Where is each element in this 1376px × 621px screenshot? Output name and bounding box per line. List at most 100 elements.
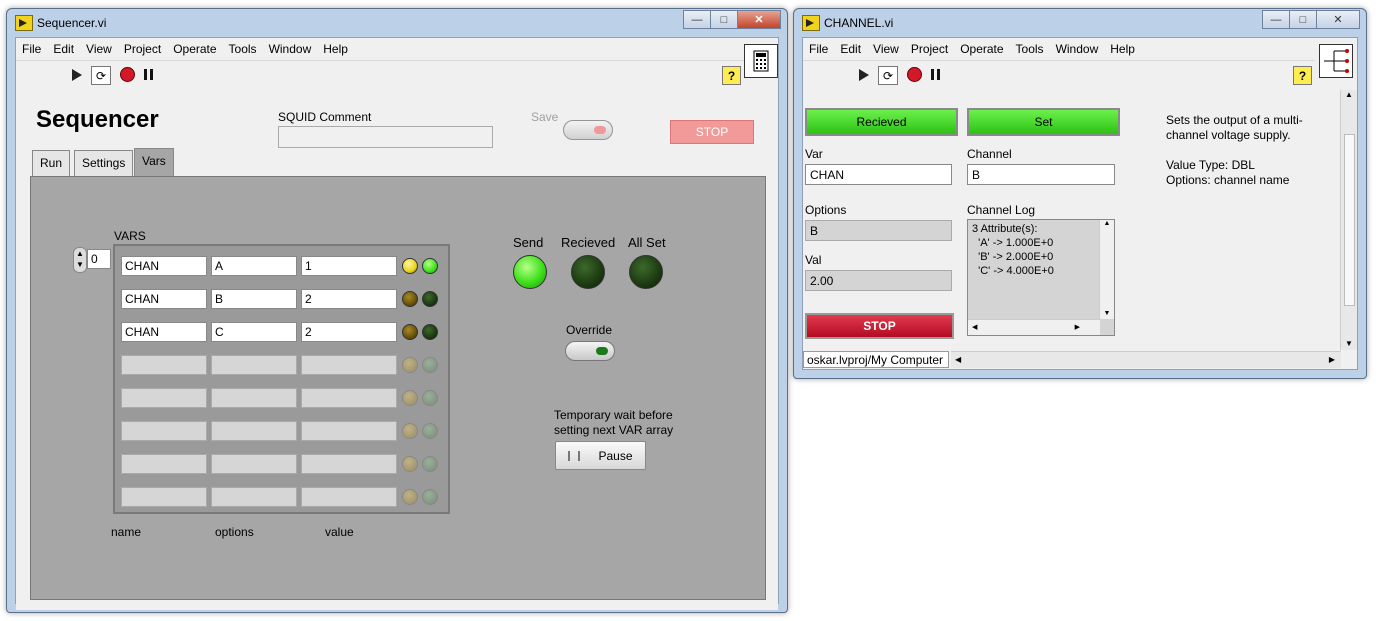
menu-tools[interactable]: Tools (1010, 42, 1050, 56)
value-field[interactable]: 1 (301, 256, 397, 276)
menu-window[interactable]: Window (1050, 42, 1105, 56)
menu-file[interactable]: File (803, 42, 834, 56)
channel-stop-button[interactable]: STOP (805, 313, 954, 339)
menu-help[interactable]: Help (1104, 42, 1141, 56)
description-line-2: channel voltage supply. (1166, 128, 1291, 142)
name-field[interactable] (121, 388, 207, 408)
var-field[interactable]: CHAN (805, 164, 952, 185)
tab-settings[interactable]: Settings (74, 150, 134, 176)
name-field[interactable] (121, 487, 207, 507)
menu-operate[interactable]: Operate (167, 42, 222, 56)
value-field[interactable] (301, 454, 397, 474)
value-field[interactable]: 2 (301, 289, 397, 309)
panel-horizontal-scrollbar[interactable]: ◀ ▶ (951, 351, 1341, 368)
column-label-value: value (325, 525, 354, 539)
channel-field[interactable]: B (967, 164, 1115, 185)
log-horizontal-scrollbar[interactable]: ◀ ▶ (968, 319, 1100, 335)
option-field[interactable] (211, 487, 297, 507)
squid-comment-field[interactable] (278, 126, 493, 148)
table-row (115, 448, 448, 476)
menu-file[interactable]: File (16, 42, 47, 56)
log-vertical-scrollbar[interactable]: ▲ ▼ (1099, 220, 1114, 319)
run-button[interactable] (855, 66, 873, 83)
run-continuously-button[interactable]: ⟳ (91, 66, 111, 85)
pause-button[interactable] (926, 66, 944, 83)
option-field[interactable]: C (211, 322, 297, 342)
column-label-name: name (111, 525, 142, 539)
name-field[interactable]: CHAN (121, 322, 207, 342)
channel-window: CHANNEL.vi — □ ✕ File Edit View Project … (793, 8, 1367, 379)
project-path-status: oskar.lvproj/My Computer (803, 351, 949, 368)
status-led-2 (422, 456, 438, 472)
pause-button[interactable] (139, 66, 157, 83)
channel-label: Channel (967, 147, 1012, 161)
maximize-button[interactable]: □ (710, 10, 738, 29)
run-arrow-icon (72, 68, 82, 81)
run-continuously-button[interactable]: ⟳ (878, 66, 898, 85)
value-field[interactable] (301, 487, 397, 507)
context-help-button[interactable]: ? (722, 66, 741, 85)
override-label: Override (566, 323, 613, 337)
minimize-button[interactable]: — (1262, 10, 1290, 29)
run-button[interactable] (68, 66, 86, 83)
minimize-button[interactable]: — (683, 10, 711, 29)
status-led-2 (422, 489, 438, 505)
wait-label-line-2: setting next VAR array (554, 423, 674, 437)
name-field[interactable]: CHAN (121, 289, 207, 309)
menu-operate[interactable]: Operate (954, 42, 1009, 56)
override-toggle[interactable] (565, 341, 615, 361)
value-field[interactable] (301, 355, 397, 375)
value-field[interactable]: 2 (301, 322, 397, 342)
option-field[interactable]: B (211, 289, 297, 309)
pause-glyph-icon (568, 450, 581, 461)
option-field[interactable]: A (211, 256, 297, 276)
name-field[interactable]: CHAN (121, 256, 207, 276)
channel-titlebar[interactable]: CHANNEL.vi — □ ✕ (794, 9, 1366, 37)
tab-run[interactable]: Run (32, 150, 71, 176)
status-led-1 (402, 390, 418, 406)
description-line-1: Sets the output of a multi- (1166, 113, 1303, 127)
value-field[interactable] (301, 421, 397, 441)
close-button[interactable]: ✕ (737, 10, 781, 29)
val-field: 2.00 (805, 270, 952, 291)
array-index-field[interactable]: 0 (87, 249, 111, 269)
abort-button[interactable] (118, 66, 136, 83)
pause-wait-button[interactable]: Pause (555, 441, 646, 470)
close-button[interactable]: ✕ (1316, 10, 1360, 29)
options-label: Options (805, 203, 847, 217)
option-field[interactable] (211, 454, 297, 474)
status-led-2 (422, 324, 438, 340)
menu-tools[interactable]: Tools (223, 42, 263, 56)
save-label: Save (531, 110, 559, 124)
panel-vertical-scrollbar[interactable]: ▲ ▼ (1340, 90, 1357, 350)
menu-help[interactable]: Help (317, 42, 354, 56)
name-field[interactable] (121, 454, 207, 474)
abort-button[interactable] (905, 66, 923, 83)
name-field[interactable] (121, 355, 207, 375)
value-field[interactable] (301, 388, 397, 408)
channel-log: 3 Attribute(s): 'A' -> 1.000E+0 'B' -> 2… (967, 219, 1115, 336)
vars-tab-panel: VARS ▲ ▼ 0 CHAN A 1 CHAN B 2 CHAN C 2 name option… (30, 176, 766, 600)
log-line: 'A' -> 1.000E+0 (972, 237, 1054, 249)
sequencer-stop-button[interactable]: STOP (670, 120, 754, 144)
name-field[interactable] (121, 421, 207, 441)
menu-window[interactable]: Window (263, 42, 318, 56)
sequencer-titlebar[interactable]: Sequencer.vi — □ ✕ (7, 9, 787, 37)
menu-view[interactable]: View (867, 42, 905, 56)
array-index-stepper[interactable]: ▲ ▼ (73, 247, 87, 273)
option-field[interactable] (211, 355, 297, 375)
menu-project[interactable]: Project (118, 42, 167, 56)
status-led-2 (422, 291, 438, 307)
abort-icon (119, 67, 135, 82)
menu-edit[interactable]: Edit (47, 42, 80, 56)
menu-view[interactable]: View (80, 42, 118, 56)
option-field[interactable] (211, 388, 297, 408)
option-field[interactable] (211, 421, 297, 441)
save-toggle[interactable] (563, 120, 613, 140)
context-help-button[interactable]: ? (1293, 66, 1312, 85)
menu-edit[interactable]: Edit (834, 42, 867, 56)
maximize-button[interactable]: □ (1289, 10, 1317, 29)
tab-vars[interactable]: Vars (134, 148, 174, 176)
menu-project[interactable]: Project (905, 42, 954, 56)
labview-vi-icon (15, 15, 33, 31)
